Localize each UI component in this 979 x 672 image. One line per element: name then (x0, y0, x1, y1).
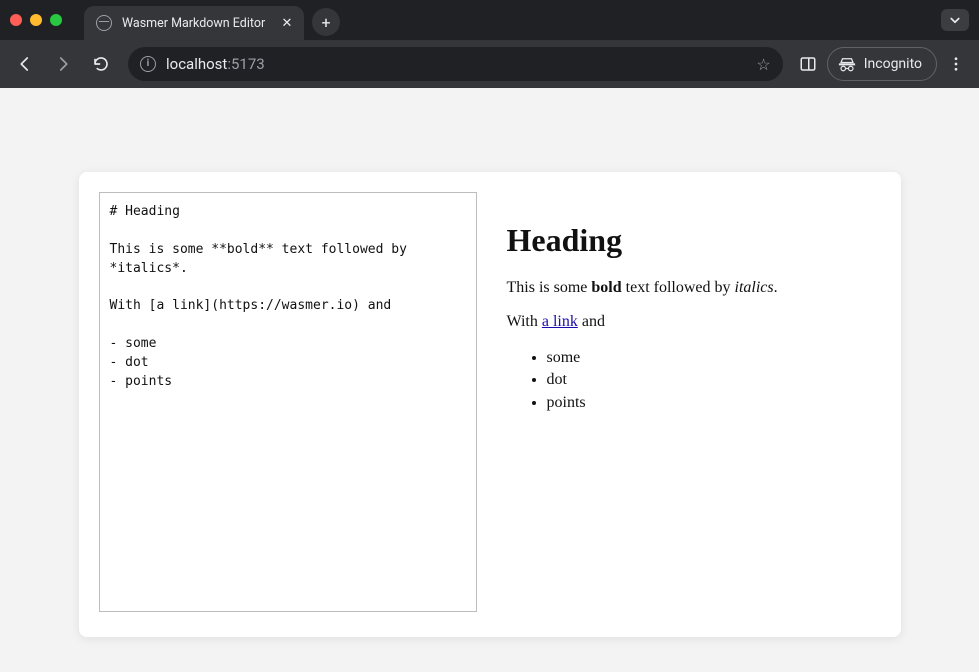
close-window-button[interactable] (10, 14, 22, 26)
italic-span: italics (735, 279, 774, 296)
bookmark-button[interactable]: ☆ (756, 55, 770, 74)
browser-chrome: Wasmer Markdown Editor ✕ + i localhost:5… (0, 0, 979, 88)
preview-paragraph-1: This is some bold text followed by itali… (507, 279, 881, 297)
arrow-right-icon (54, 55, 72, 73)
browser-menu-button[interactable] (941, 47, 971, 81)
close-tab-button[interactable]: ✕ (280, 16, 294, 30)
tab-search-button[interactable] (941, 9, 969, 31)
preview-list: some dot points (507, 347, 881, 414)
side-panel-button[interactable] (793, 47, 823, 81)
url-port: :5173 (227, 55, 264, 73)
text-span: text followed by (622, 279, 735, 296)
minimize-window-button[interactable] (30, 14, 42, 26)
text-span: With (507, 313, 542, 330)
text-span: This is some (507, 279, 592, 296)
new-tab-button[interactable]: + (312, 8, 340, 36)
markdown-source-input[interactable] (99, 192, 477, 612)
preview-heading: Heading (507, 222, 881, 259)
window-controls (10, 14, 62, 26)
list-item: points (547, 392, 881, 414)
reload-icon (92, 55, 110, 73)
reload-button[interactable] (84, 47, 118, 81)
chevron-down-icon (946, 11, 964, 29)
bold-span: bold (591, 279, 621, 296)
address-bar[interactable]: i localhost:5173 ☆ (128, 47, 783, 81)
arrow-left-icon (16, 55, 34, 73)
preview-link[interactable]: a link (542, 313, 578, 330)
kebab-icon (947, 55, 965, 73)
text-span: and (578, 313, 605, 330)
url-host: localhost (166, 55, 227, 73)
url-text: localhost:5173 (166, 55, 265, 73)
browser-tab[interactable]: Wasmer Markdown Editor ✕ (84, 6, 304, 40)
page-viewport: Heading This is some bold text followed … (0, 88, 979, 672)
incognito-indicator[interactable]: Incognito (827, 47, 937, 81)
text-span: . (774, 279, 778, 296)
browser-toolbar: i localhost:5173 ☆ Incognito (0, 40, 979, 88)
panel-icon (799, 55, 817, 73)
preview-paragraph-2: With a link and (507, 313, 881, 331)
tab-strip: Wasmer Markdown Editor ✕ + (0, 0, 979, 40)
incognito-label: Incognito (864, 56, 922, 72)
maximize-window-button[interactable] (50, 14, 62, 26)
nav-forward-button[interactable] (46, 47, 80, 81)
list-item: some (547, 347, 881, 369)
incognito-icon (838, 55, 856, 73)
site-info-icon[interactable]: i (140, 56, 156, 72)
list-item: dot (547, 369, 881, 391)
tab-title: Wasmer Markdown Editor (122, 16, 265, 31)
nav-back-button[interactable] (8, 47, 42, 81)
editor-card: Heading This is some bold text followed … (79, 172, 901, 637)
globe-icon (96, 15, 112, 31)
markdown-preview: Heading This is some bold text followed … (507, 192, 881, 617)
